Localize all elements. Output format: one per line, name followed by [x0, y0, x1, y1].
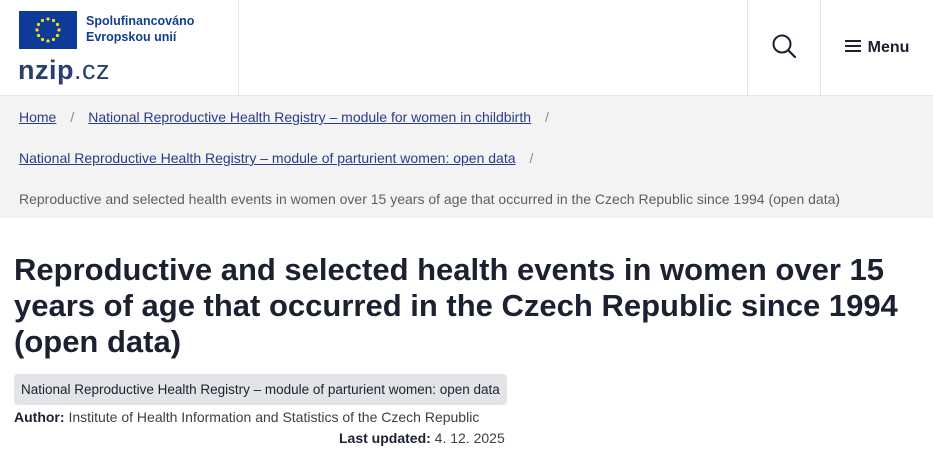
author-label: Author:	[14, 409, 65, 425]
breadcrumb: Home / National Reproductive Health Regi…	[0, 96, 933, 218]
breadcrumb-link-registry[interactable]: National Reproductive Health Registry – …	[88, 108, 531, 126]
breadcrumb-separator: /	[545, 109, 549, 125]
search-button[interactable]	[747, 0, 821, 96]
logo-text: nzip	[18, 55, 74, 85]
eu-text-line2: Evropskou unií	[86, 30, 177, 44]
breadcrumb-row-2: National Reproductive Health Registry – …	[19, 149, 547, 167]
breadcrumb-separator: /	[529, 150, 534, 166]
breadcrumb-separator: /	[70, 109, 75, 125]
menu-label: Menu	[867, 39, 910, 56]
last-updated-line: Last updated: 4. 12. 2025	[339, 429, 505, 447]
eu-text-line1: Spolufinancováno	[86, 14, 195, 28]
breadcrumb-current: Reproductive and selected health events …	[19, 191, 841, 207]
breadcrumb-link-home[interactable]: Home	[19, 108, 56, 126]
hamburger-icon	[844, 39, 861, 58]
eu-cofinancing-text: Spolufinancováno Evropskou unií	[86, 13, 194, 45]
last-updated-label: Last updated:	[339, 430, 431, 446]
search-icon	[771, 33, 797, 64]
logo-block[interactable]: Spolufinancováno Evropskou unií nzip.cz	[0, 0, 239, 96]
category-tag[interactable]: National Reproductive Health Registry – …	[14, 374, 507, 405]
last-updated-value: 4. 12. 2025	[434, 430, 505, 446]
page-title: Reproductive and selected health events …	[14, 252, 898, 359]
breadcrumb-row-3: Reproductive and selected health events …	[19, 190, 840, 208]
breadcrumb-link-open-data[interactable]: National Reproductive Health Registry – …	[19, 149, 516, 167]
logo-domain: .cz	[74, 55, 111, 85]
menu-button[interactable]: Menu	[821, 0, 933, 96]
author-line: Author: Institute of Health Information …	[14, 408, 479, 426]
eu-flag-icon	[19, 11, 77, 49]
author-value: Institute of Health Information and Stat…	[68, 409, 480, 425]
site-header: Spolufinancováno Evropskou unií nzip.cz …	[0, 0, 933, 96]
nzip-logo[interactable]: nzip.cz	[18, 54, 110, 86]
breadcrumb-row-1: Home / National Reproductive Health Regi…	[19, 108, 563, 126]
